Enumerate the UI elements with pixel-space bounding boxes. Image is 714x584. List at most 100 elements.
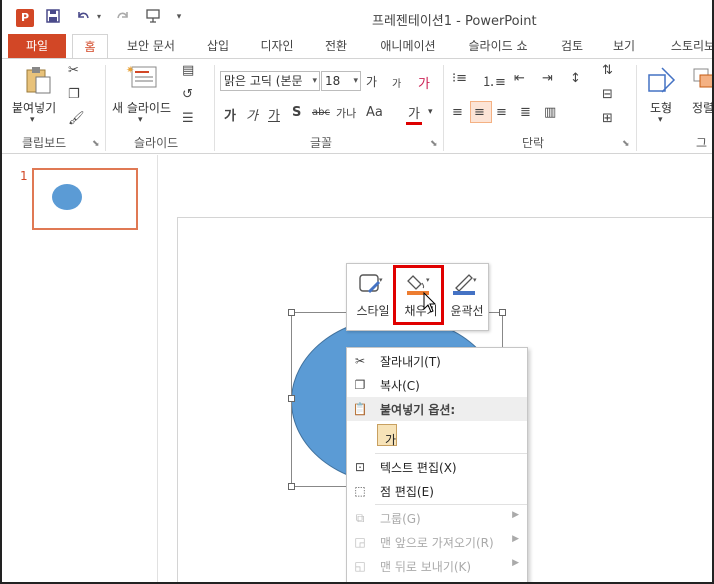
chevron-down-icon: ▾ (312, 76, 317, 86)
slide-thumbnail[interactable] (32, 168, 138, 230)
arrange-icon[interactable] (692, 65, 712, 93)
new-slide-dropdown-icon[interactable]: ▾ (138, 115, 143, 125)
font-color-button[interactable]: 가 (406, 103, 422, 125)
numbering-icon[interactable]: ⒈≡ (482, 71, 506, 90)
resize-handle[interactable] (288, 309, 295, 316)
clipboard-launcher-icon[interactable]: ⬊ (92, 139, 100, 149)
redo-icon[interactable] (114, 8, 132, 26)
menu-item-label: 텍스트 편집(X) (380, 461, 457, 475)
tab-review[interactable]: 검토 (552, 34, 592, 58)
section-icon[interactable]: ☰ (182, 111, 194, 126)
menu-item-copy[interactable]: ❐ 복사(C) (347, 373, 527, 397)
shrink-font-button[interactable]: 가 (392, 75, 401, 90)
context-menu: ✂ 잘라내기(T) ❐ 복사(C) 📋 붙여넣기 옵션: 가 ⊡ 텍스트 편집(… (346, 347, 528, 582)
font-color-dropdown-icon[interactable]: ▾ (428, 107, 433, 117)
style-button[interactable]: ▾ 스타일 (349, 270, 393, 326)
paragraph-launcher-icon[interactable]: ⬊ (622, 139, 630, 149)
increase-indent-icon[interactable]: ⇥ (542, 71, 553, 86)
resize-handle[interactable] (288, 395, 295, 402)
menu-item-send-to-back[interactable]: ◱ 맨 뒤로 보내기(K) ▶ (347, 554, 527, 578)
cut-icon[interactable]: ✂ (68, 63, 79, 78)
menu-item-cut[interactable]: ✂ 잘라내기(T) (347, 349, 527, 373)
format-painter-icon[interactable]: 🖌 (68, 111, 85, 126)
tab-security-document[interactable]: 보안 문서 (114, 34, 188, 58)
presenter-icon[interactable] (144, 8, 162, 26)
menu-item-edit-text[interactable]: ⊡ 텍스트 편집(X) (347, 455, 527, 479)
copy-icon[interactable]: ❐ (68, 87, 80, 102)
line-spacing-icon[interactable]: ↕ (570, 71, 581, 86)
char-spacing-button[interactable]: 가나 (336, 105, 356, 121)
undo-dropdown-icon[interactable]: ▾ (90, 8, 108, 26)
work-area: 1 ▾ 스타일 ▾ 채우기 ▾ 윤곽선 ✂ 잘라내기(T) ❐ 복사(C) 📋 … (2, 155, 712, 582)
customize-icon[interactable]: ▾ (170, 8, 188, 26)
outline-label: 윤곽선 (450, 304, 484, 318)
font-name-combo[interactable]: 맑은 고딕 (본문 ▾ (220, 71, 320, 91)
tab-storyboard[interactable]: 스토리보 (658, 34, 712, 58)
align-text-icon[interactable]: ⊟ (602, 87, 613, 102)
align-right-icon[interactable]: ≡ (496, 105, 507, 120)
slide-number: 1 (20, 169, 28, 183)
italic-button[interactable]: 가 (246, 105, 258, 124)
smartart-icon[interactable]: ⊞ (602, 111, 613, 126)
send-back-icon: ◱ (354, 559, 366, 573)
slides-group-label: 슬라이드 (134, 136, 179, 150)
tab-insert[interactable]: 삽입 (198, 34, 238, 58)
tab-design[interactable]: 디자인 (252, 34, 302, 58)
resize-handle[interactable] (499, 309, 506, 316)
strikethrough-button[interactable]: abc (312, 107, 330, 118)
window-title: 프레젠테이션1 - PowerPoint (372, 14, 537, 29)
menu-item-label: 맨 앞으로 가져오기(R) (380, 536, 494, 550)
bold-button[interactable]: 가 (224, 105, 236, 124)
resize-handle[interactable] (288, 483, 295, 490)
powerpoint-window: P ▾ ▾ 프레젠테이션1 - PowerPoint 파일 홈 보안 문서 삽입… (0, 0, 714, 584)
arrange-button[interactable]: 정렬 (692, 99, 712, 116)
paste-button[interactable]: 붙여넣기 (12, 99, 56, 116)
shape-style-icon: ▾ (359, 274, 383, 294)
menu-item-label: 점 편집(E) (380, 485, 434, 499)
submenu-arrow-icon: ▶ (512, 558, 519, 568)
menu-item-group[interactable]: ⧉ 그룹(G) ▶ (347, 506, 527, 530)
shapes-icon[interactable] (646, 65, 678, 95)
columns-icon[interactable]: ▥ (544, 105, 556, 120)
bring-front-icon: ◲ (354, 535, 366, 549)
tab-file[interactable]: 파일 (8, 34, 66, 58)
tab-home[interactable]: 홈 (72, 34, 108, 58)
clear-format-button[interactable]: 가 (418, 73, 430, 92)
new-slide-icon[interactable]: ✷ (126, 63, 158, 91)
svg-text:▾: ▾ (379, 276, 383, 284)
menu-separator (375, 504, 527, 505)
underline-button[interactable]: 가 (268, 105, 280, 124)
tab-slide-show[interactable]: 슬라이드 쇼 (458, 34, 538, 58)
align-center-icon: ≡ (474, 105, 485, 120)
group-separator (443, 65, 444, 151)
shapes-button[interactable]: 도형 (650, 99, 672, 116)
tab-animations[interactable]: 애니메이션 (372, 34, 444, 58)
reset-icon[interactable]: ↺ (182, 87, 193, 102)
layout-icon[interactable]: ▤ (182, 63, 194, 78)
shapes-dropdown-icon[interactable]: ▾ (658, 115, 663, 125)
font-size-combo[interactable]: 18 ▾ (321, 71, 361, 91)
group-icon: ⧉ (355, 511, 365, 525)
save-icon[interactable] (44, 8, 62, 26)
copy-icon: ❐ (354, 378, 366, 392)
justify-icon[interactable]: ≣ (520, 105, 531, 120)
font-launcher-icon[interactable]: ⬊ (430, 139, 438, 149)
menu-item-edit-points[interactable]: ⬚ 점 편집(E) (347, 479, 527, 503)
menu-item-bring-to-front[interactable]: ◲ 맨 앞으로 가져오기(R) ▶ (347, 530, 527, 554)
tab-view[interactable]: 보기 (604, 34, 644, 58)
paste-dropdown-icon[interactable]: ▾ (30, 115, 35, 125)
align-left-icon[interactable]: ≡ (452, 105, 463, 120)
text-direction-icon[interactable]: ⇅ (602, 63, 613, 78)
paste-keep-text-option[interactable]: 가 (347, 422, 527, 450)
submenu-arrow-icon: ▶ (512, 534, 519, 544)
bullets-icon[interactable]: ⁝≡ (452, 71, 467, 86)
decrease-indent-icon[interactable]: ⇤ (514, 71, 525, 86)
outline-button[interactable]: ▾ 윤곽선 (443, 270, 487, 326)
new-slide-button[interactable]: 새 슬라이드 (112, 99, 171, 116)
grow-font-button[interactable]: 가 (366, 73, 377, 90)
group-separator (214, 65, 215, 151)
change-case-button[interactable]: Aa (366, 105, 383, 120)
paste-icon[interactable] (24, 65, 52, 95)
tab-transitions[interactable]: 전환 (316, 34, 356, 58)
shadow-button[interactable]: S (292, 105, 301, 120)
